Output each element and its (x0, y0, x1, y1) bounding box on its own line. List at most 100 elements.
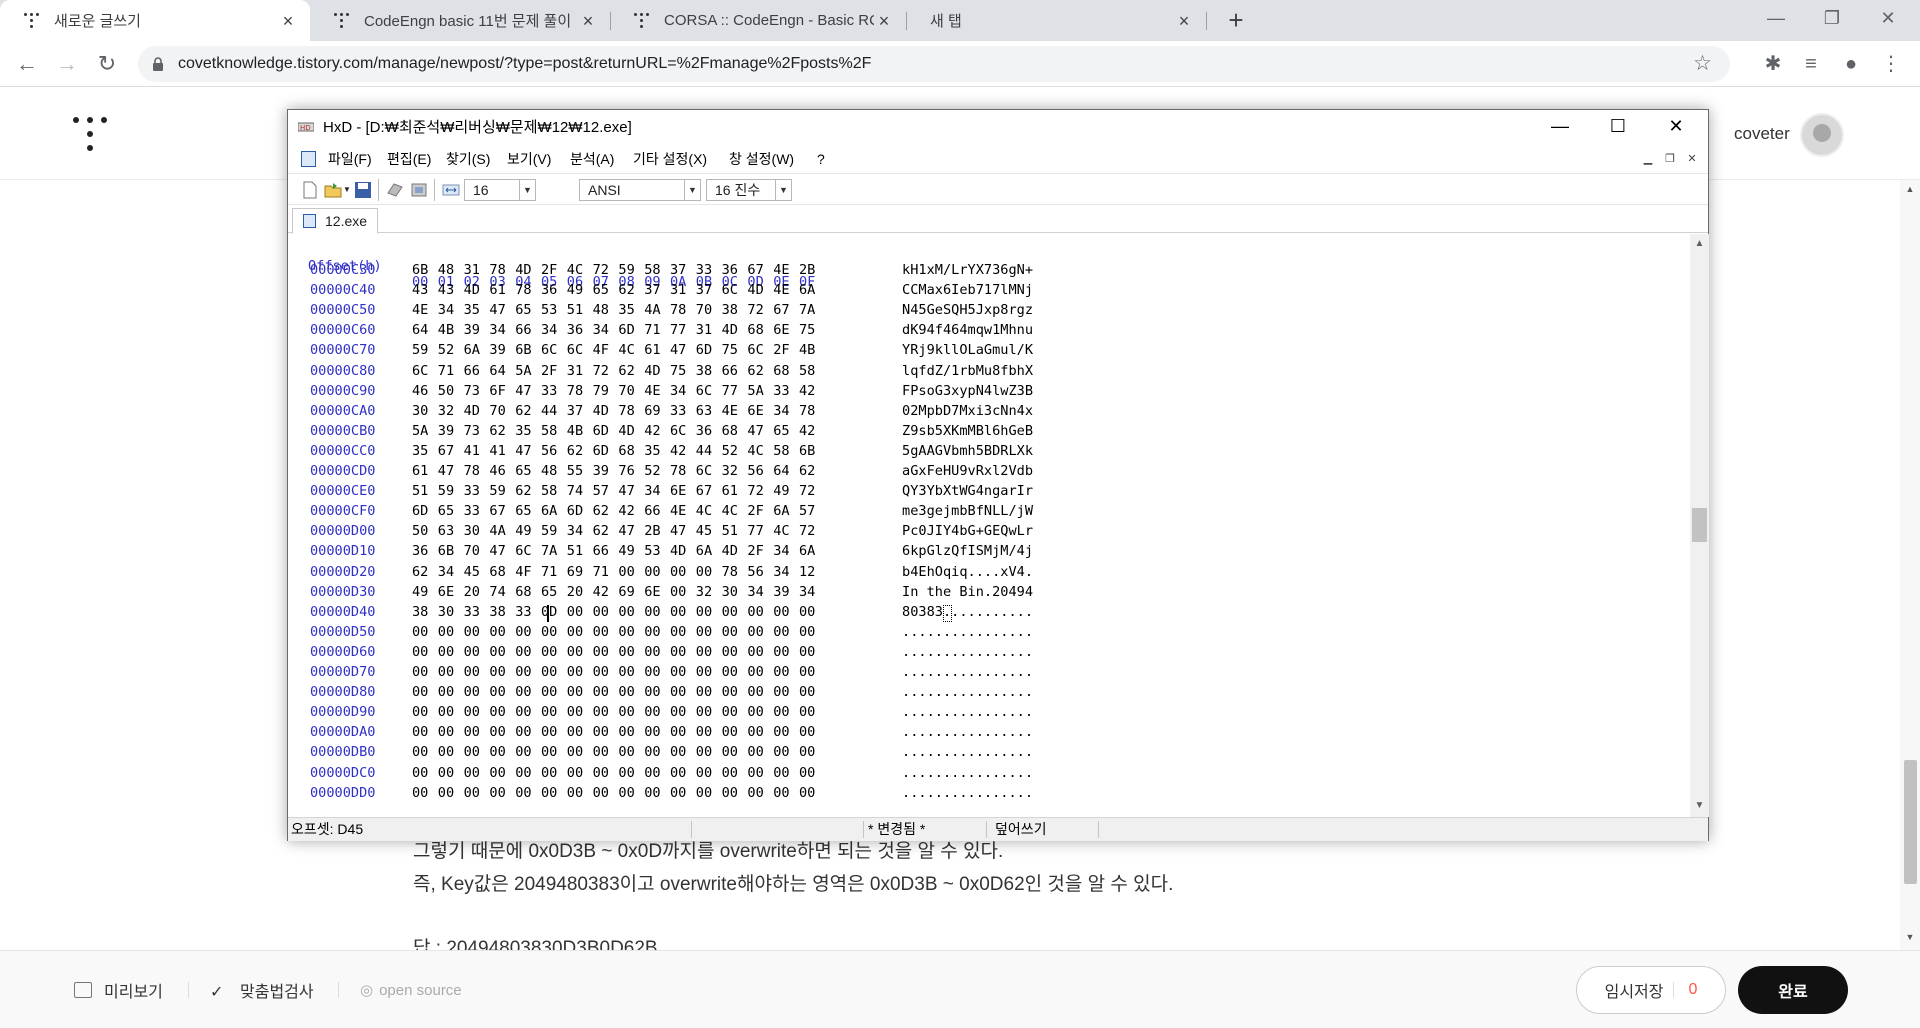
hex-byte[interactable]: 78 (464, 463, 486, 479)
close-icon[interactable]: × (578, 11, 598, 31)
hex-byte[interactable]: 47 (489, 302, 511, 318)
post-text-line[interactable]: 즉, Key값은 2049480383이고 overwrite해야하는 영역은 … (413, 869, 1173, 896)
hex-byte[interactable]: 00 (799, 785, 821, 801)
hex-byte[interactable]: 00 (489, 785, 511, 801)
hex-byte[interactable]: 4C (722, 503, 744, 519)
hex-byte[interactable]: 72 (799, 523, 821, 539)
hex-byte[interactable]: 00 (438, 785, 460, 801)
hex-byte[interactable]: 00 (541, 785, 563, 801)
hex-byte[interactable]: 56 (541, 443, 563, 459)
hex-byte[interactable]: 00 (567, 785, 589, 801)
hex-byte[interactable]: 6C (747, 342, 769, 358)
hex-byte[interactable]: 4D (464, 403, 486, 419)
ascii-text[interactable]: YRj9kllOLaGmul/K (902, 342, 1033, 358)
hex-byte[interactable]: 36 (696, 423, 718, 439)
hex-byte[interactable]: 6E (747, 403, 769, 419)
hex-byte[interactable]: 00 (464, 724, 486, 740)
hex-byte[interactable]: 77 (722, 383, 744, 399)
hex-byte[interactable]: 00 (696, 785, 718, 801)
hex-byte[interactable]: 49 (412, 584, 434, 600)
hex-byte[interactable]: 00 (489, 744, 511, 760)
hex-byte[interactable]: 00 (696, 765, 718, 781)
hex-byte[interactable]: 00 (618, 624, 640, 640)
hex-byte[interactable]: 2F (747, 543, 769, 559)
ascii-text[interactable]: In the Bin.20494 (902, 584, 1033, 600)
hex-byte[interactable]: 00 (593, 785, 615, 801)
hex-byte[interactable]: 62 (515, 483, 537, 499)
hex-byte[interactable]: 62 (515, 403, 537, 419)
hex-byte[interactable]: 33 (696, 262, 718, 278)
hex-byte[interactable]: 00 (644, 644, 666, 660)
hex-byte[interactable]: 39 (464, 322, 486, 338)
hex-byte[interactable]: 45 (464, 564, 486, 580)
hex-byte[interactable]: 00 (747, 604, 769, 620)
hex-byte[interactable]: 70 (618, 383, 640, 399)
hex-byte[interactable]: 00 (618, 564, 640, 580)
hex-byte[interactable]: 79 (593, 383, 615, 399)
hex-byte[interactable]: 34 (567, 523, 589, 539)
hex-byte[interactable]: 00 (799, 704, 821, 720)
bookmark-star-icon[interactable]: ☆ (1693, 46, 1712, 82)
hex-byte[interactable]: 45 (696, 523, 718, 539)
hex-byte[interactable]: 65 (541, 584, 563, 600)
hex-byte[interactable]: 71 (644, 322, 666, 338)
hxd-close-button[interactable]: ✕ (1647, 110, 1705, 145)
hex-byte[interactable]: 78 (670, 463, 692, 479)
hex-byte[interactable]: 42 (799, 423, 821, 439)
hex-byte[interactable]: 56 (747, 463, 769, 479)
hex-byte[interactable]: 37 (670, 262, 692, 278)
hex-byte[interactable]: 00 (644, 624, 666, 640)
hex-byte[interactable]: 48 (541, 463, 563, 479)
hex-byte[interactable]: 38 (412, 604, 434, 620)
hex-byte[interactable]: 78 (799, 403, 821, 419)
hex-byte[interactable]: 5A (515, 363, 537, 379)
hex-byte[interactable]: 00 (438, 765, 460, 781)
hex-byte[interactable]: 00 (541, 624, 563, 640)
open-source-link[interactable]: ◎ open source (360, 951, 462, 1028)
hex-byte[interactable]: 20 (567, 584, 589, 600)
close-icon[interactable]: × (874, 11, 894, 31)
hex-byte[interactable]: 64 (773, 463, 795, 479)
hex-byte[interactable]: 4D (464, 282, 486, 298)
hex-byte[interactable]: 62 (412, 564, 434, 580)
hex-byte[interactable]: 6D (567, 503, 589, 519)
hex-byte[interactable]: 00 (412, 664, 434, 680)
media-queue-icon[interactable]: ≡ (1796, 49, 1826, 79)
hex-byte[interactable]: 00 (541, 644, 563, 660)
hex-byte[interactable]: 33 (515, 604, 537, 620)
hex-byte[interactable]: 64 (412, 322, 434, 338)
hex-byte[interactable]: 78 (515, 282, 537, 298)
ascii-text[interactable]: lqfdZ/1rbMu8fbhX (902, 363, 1033, 379)
hex-byte[interactable]: 6D (696, 342, 718, 358)
ascii-text[interactable]: me3gejmbBfNLL/jW (902, 503, 1033, 519)
new-file-icon[interactable] (301, 181, 319, 199)
hex-byte[interactable]: 52 (644, 463, 666, 479)
ascii-text[interactable]: Pc0JIY4bG+GEQwLr (902, 523, 1033, 539)
hex-byte[interactable]: 65 (515, 302, 537, 318)
hex-byte[interactable]: 5A (747, 383, 769, 399)
ascii-text[interactable]: 5gAAGVbmh5BDRLXk (902, 443, 1033, 459)
hex-byte[interactable]: 00 (747, 724, 769, 740)
ascii-text[interactable]: kH1xM/LrYX736gN+ (902, 262, 1033, 278)
hex-byte[interactable]: 00 (515, 785, 537, 801)
hex-byte[interactable]: 00 (799, 624, 821, 640)
hex-byte[interactable]: 59 (438, 483, 460, 499)
hex-byte[interactable]: 6B (515, 342, 537, 358)
hex-byte[interactable]: 00 (567, 604, 589, 620)
hex-byte[interactable]: 00 (670, 765, 692, 781)
ascii-text[interactable]: ................ (902, 624, 1033, 640)
hex-byte[interactable]: 00 (722, 604, 744, 620)
hex-byte[interactable]: 00 (747, 704, 769, 720)
ascii-text[interactable]: CCMax6Ieb717lMNj (902, 282, 1033, 298)
hex-byte[interactable]: 36 (722, 262, 744, 278)
hex-byte[interactable]: 35 (618, 302, 640, 318)
hex-byte[interactable]: 50 (412, 523, 434, 539)
hex-byte[interactable]: 20 (464, 584, 486, 600)
hex-byte[interactable]: 4B (438, 322, 460, 338)
hex-byte[interactable]: 33 (541, 383, 563, 399)
hex-byte[interactable]: 34 (489, 322, 511, 338)
hex-byte[interactable]: 42 (799, 383, 821, 399)
hex-byte[interactable]: 34 (438, 302, 460, 318)
hex-byte[interactable]: 68 (747, 322, 769, 338)
hex-byte[interactable]: 47 (489, 543, 511, 559)
